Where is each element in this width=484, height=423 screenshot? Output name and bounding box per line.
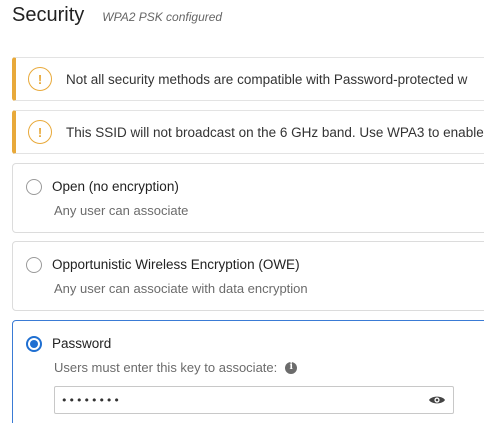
compatibility-warning-banner: ! Not all security methods are compatibl… bbox=[12, 57, 484, 101]
option-description-password: Users must enter this key to associate: bbox=[54, 360, 278, 375]
six-ghz-warning-text: This SSID will not broadcast on the 6 GH… bbox=[66, 124, 484, 140]
radio-password[interactable] bbox=[26, 336, 42, 352]
section-title: Security bbox=[12, 4, 85, 26]
password-description-row: Users must enter this key to associate: … bbox=[54, 360, 298, 375]
radio-open[interactable] bbox=[26, 179, 42, 195]
option-description-owe: Any user can associate with data encrypt… bbox=[54, 281, 308, 296]
security-option-owe[interactable]: Opportunistic Wireless Encryption (OWE) … bbox=[12, 241, 484, 311]
radio-owe[interactable] bbox=[26, 257, 42, 273]
warning-icon: ! bbox=[28, 67, 52, 91]
option-label-owe: Opportunistic Wireless Encryption (OWE) bbox=[52, 257, 300, 272]
six-ghz-warning-banner: ! This SSID will not broadcast on the 6 … bbox=[12, 110, 484, 154]
eye-icon-graphic bbox=[429, 396, 445, 404]
security-option-password[interactable]: Password Users must enter this key to as… bbox=[12, 320, 484, 423]
option-description-open: Any user can associate bbox=[54, 203, 189, 218]
security-option-open[interactable]: Open (no encryption) Any user can associ… bbox=[12, 163, 484, 233]
option-label-open: Open (no encryption) bbox=[52, 179, 179, 194]
option-label-password: Password bbox=[52, 336, 112, 351]
password-field[interactable] bbox=[54, 386, 454, 414]
section-header: Security WPA2 PSK configured bbox=[12, 4, 222, 36]
compatibility-warning-text: Not all security methods are compatible … bbox=[66, 71, 468, 87]
password-input[interactable] bbox=[55, 388, 427, 412]
warning-icon: ! bbox=[28, 120, 52, 144]
security-status-subtitle: WPA2 PSK configured bbox=[102, 10, 223, 24]
info-icon[interactable]: i bbox=[285, 361, 298, 374]
eye-icon[interactable] bbox=[427, 393, 447, 407]
security-settings-panel: Security WPA2 PSK configured ! Not all s… bbox=[0, 0, 484, 423]
